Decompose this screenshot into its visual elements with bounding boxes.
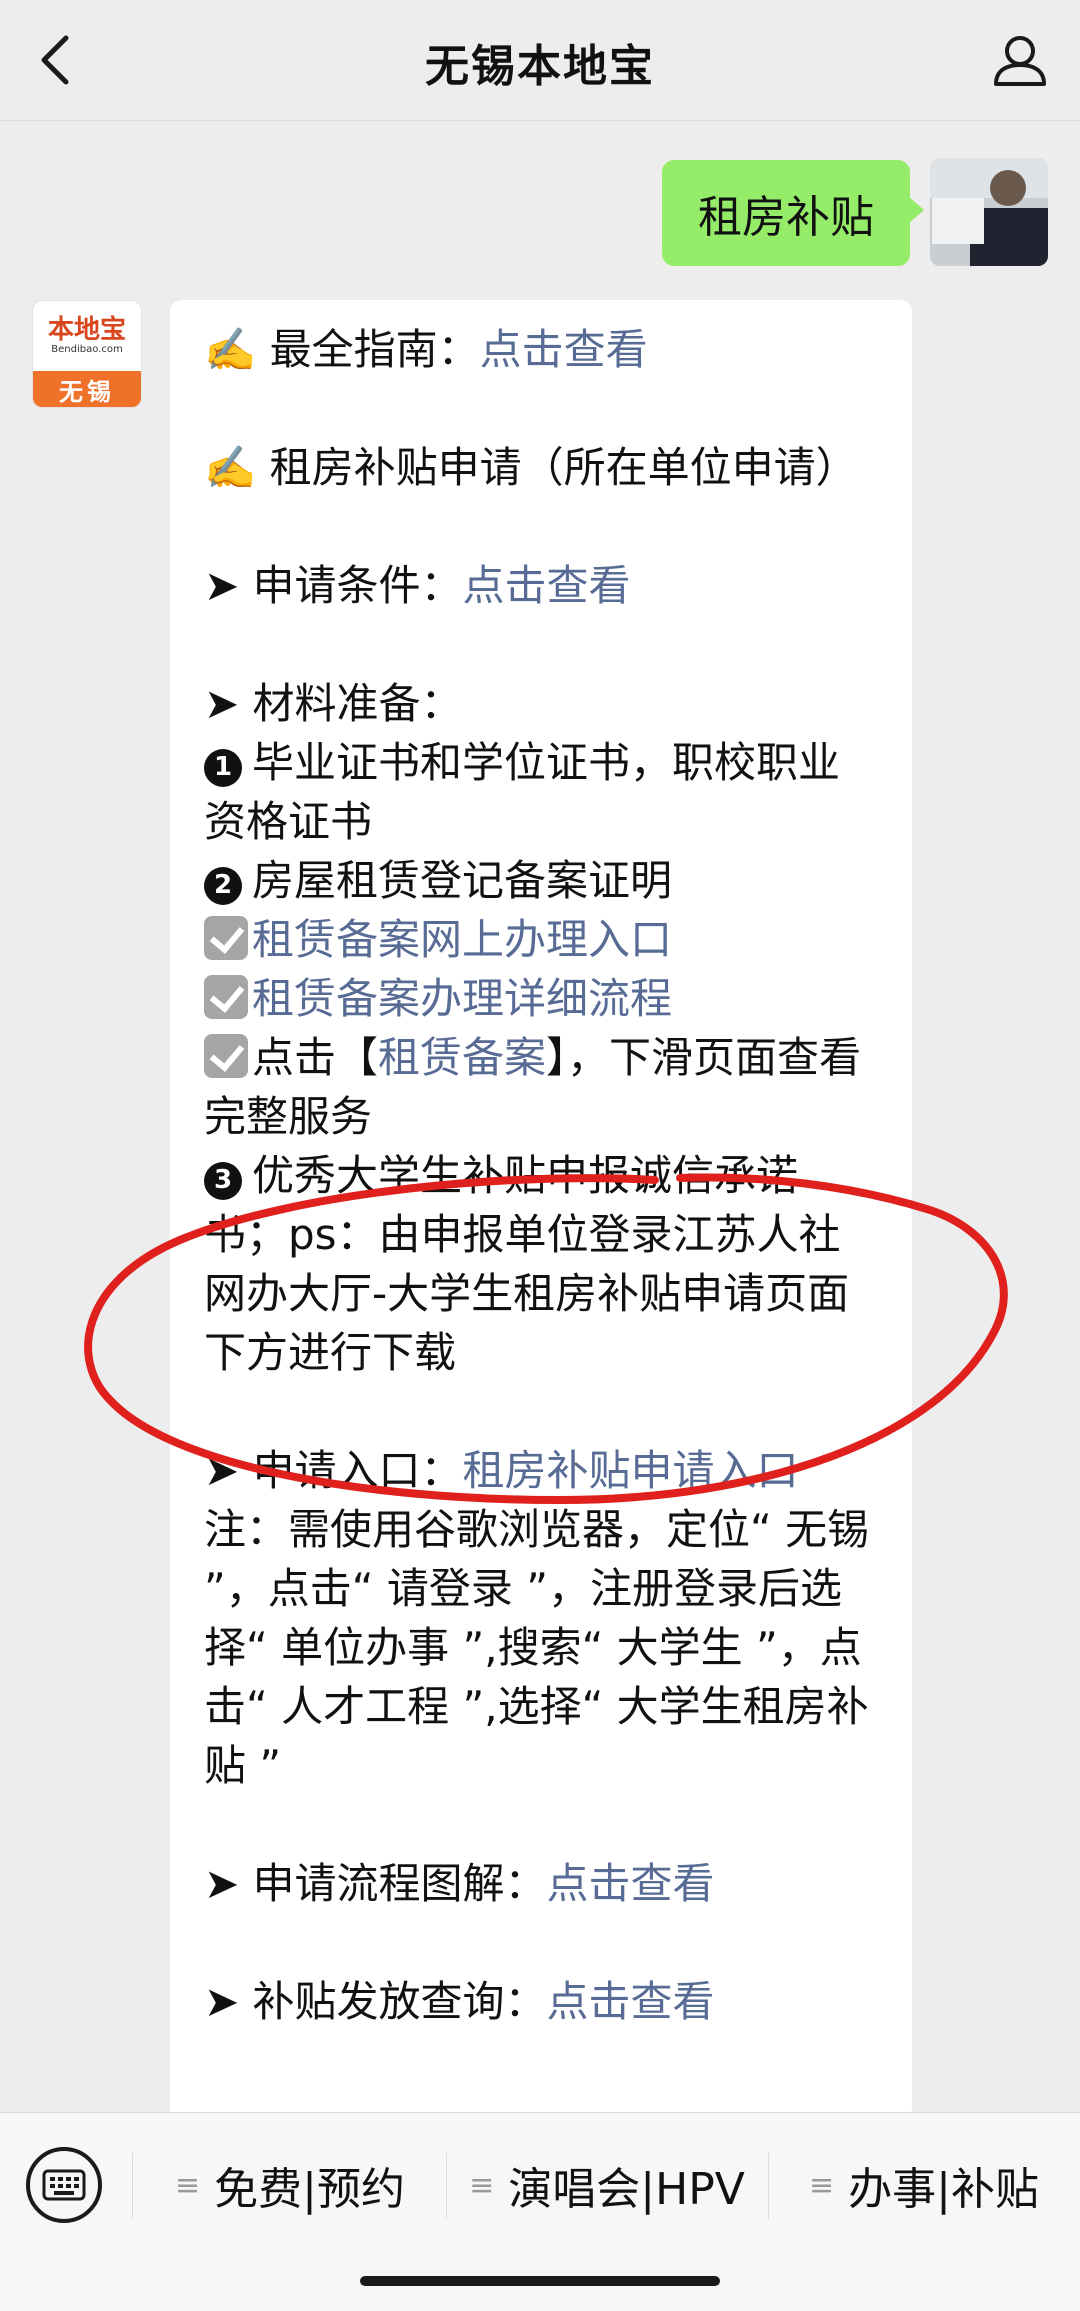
entry-line: ➤ 申请入口：租房补贴申请入口 [204, 1446, 799, 1495]
entry-link[interactable]: 租房补贴申请入口 [463, 1446, 799, 1495]
person-icon [994, 36, 1046, 86]
bendibao-avatar[interactable]: 本地宝 Bendibao.com 无锡 [32, 300, 142, 408]
number-1-icon: 1 [204, 748, 242, 787]
menu-free-booking[interactable]: ≡ 免费|预约 [140, 2139, 440, 2231]
incoming-message: ✍️ 最全指南：点击查看 ✍️ 租房补贴申请（所在单位申请） ➤ 申请条件：点击… [170, 300, 912, 2120]
user-avatar[interactable] [930, 158, 1048, 266]
guide-line: ✍️ 最全指南：点击查看 [204, 325, 648, 374]
material-item-2: 2 房屋租赁登记备案证明 [204, 851, 880, 910]
chat-header: 无锡本地宝 [0, 0, 1080, 121]
guide-link[interactable]: 点击查看 [480, 325, 648, 374]
process-line: ➤ 申请流程图解：点击查看 [204, 1859, 715, 1908]
message-body: ✍️ 最全指南：点击查看 ✍️ 租房补贴申请（所在单位申请） ➤ 申请条件：点击… [204, 320, 880, 2031]
query-link[interactable]: 点击查看 [547, 1977, 715, 2026]
keyboard-toggle-button[interactable] [26, 2147, 102, 2223]
filing-flow-line: 租赁备案办理详细流程 [204, 969, 880, 1028]
home-indicator[interactable] [360, 2276, 720, 2286]
bendibao-city-label: 无锡 [33, 371, 141, 407]
outgoing-message[interactable]: 租房补贴 [662, 160, 924, 266]
menu-services-subsidy[interactable]: ≡ 办事|补贴 [774, 2139, 1074, 2231]
list-icon: ≡ [809, 2167, 835, 2203]
menu-divider [132, 2153, 133, 2219]
checkbox-icon [204, 975, 248, 1019]
process-link[interactable]: 点击查看 [547, 1859, 715, 1908]
list-icon: ≡ [469, 2167, 495, 2203]
list-icon: ≡ [175, 2167, 201, 2203]
online-filing-line: 租赁备案网上办理入口 [204, 910, 880, 969]
material-item-1: 1 毕业证书和学位证书，职校职业资格证书 [204, 738, 841, 846]
number-2-icon: 2 [204, 866, 242, 905]
material-item-3: 3 优秀大学生补贴申报诚信承诺书；ps：由申报单位登录江苏人社网办大厅-大学生租房… [204, 1151, 850, 1377]
chat-title: 无锡本地宝 [425, 41, 655, 92]
materials-heading: ➤ 材料准备： [204, 679, 463, 728]
conditions-link[interactable]: 点击查看 [463, 561, 631, 610]
checkbox-icon [204, 916, 248, 960]
user-photo [930, 158, 1048, 266]
conditions-line: ➤ 申请条件：点击查看 [204, 561, 631, 610]
rental-filing-link[interactable]: 租赁备案 [378, 1033, 546, 1082]
checkbox-icon [204, 1034, 248, 1078]
filing-flow-link[interactable]: 租赁备案办理详细流程 [252, 974, 672, 1023]
menu-concert-hpv[interactable]: ≡ 演唱会|HPV [452, 2139, 762, 2231]
query-line: ➤ 补贴发放查询：点击查看 [204, 1977, 715, 2026]
number-3-icon: 3 [204, 1161, 242, 1200]
keyboard-icon [42, 2169, 86, 2201]
menu-divider [768, 2153, 769, 2219]
entry-note: 注：需使用谷歌浏览器，定位“ 无锡 ”，点击“ 请登录 ”，注册登录后选择“ 单… [204, 1505, 870, 1790]
apply-heading: ✍️ 租房补贴申请（所在单位申请） [204, 443, 858, 492]
online-filing-link[interactable]: 租赁备案网上办理入口 [252, 915, 672, 964]
menu-divider [446, 2153, 447, 2219]
bendibao-logo: 本地宝 Bendibao.com [47, 315, 126, 355]
filing-click-line: 点击【租赁备案】，下滑页面查看完整服务 [204, 1033, 862, 1141]
profile-button[interactable] [982, 22, 1058, 98]
